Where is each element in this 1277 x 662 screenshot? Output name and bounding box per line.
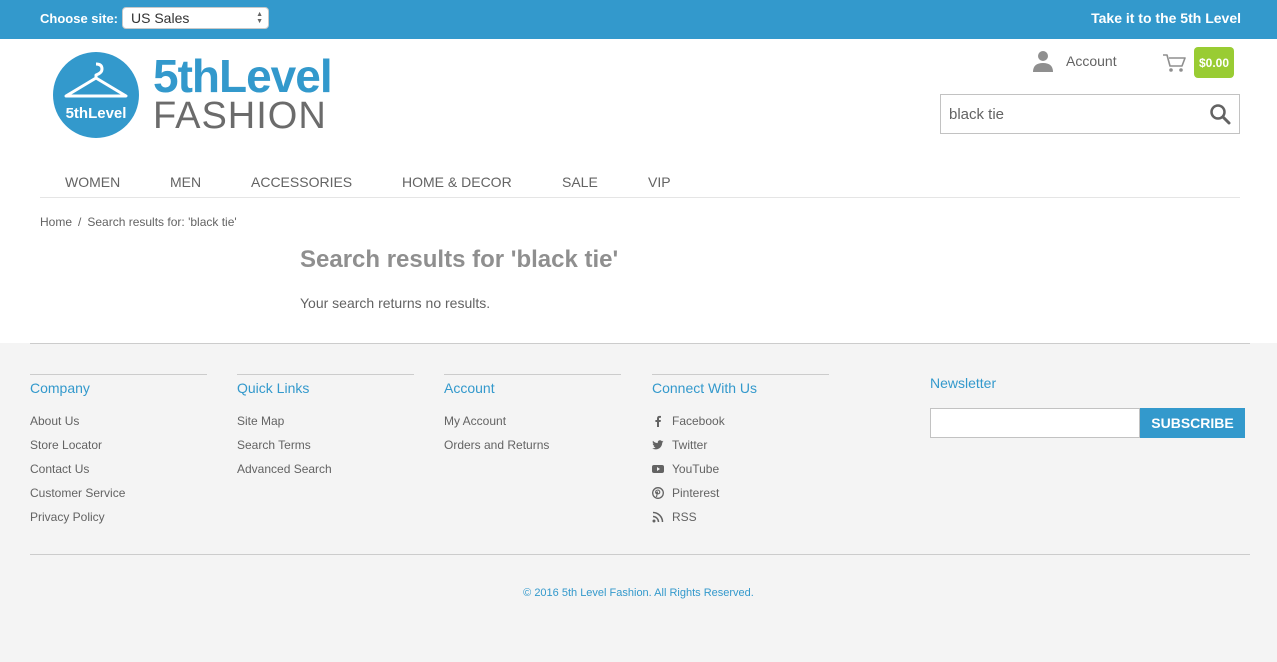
main-navigation: WOMEN MEN ACCESSORIES HOME & DECOR SALE … bbox=[40, 164, 1240, 198]
subscribe-button[interactable]: SUBSCRIBE bbox=[1140, 408, 1245, 438]
logo-wordmark-bottom: FASHION bbox=[153, 95, 327, 137]
footer-column-title: Account bbox=[444, 380, 495, 396]
cart-total-badge: $0.00 bbox=[1194, 47, 1234, 78]
tagline: Take it to the 5th Level bbox=[1091, 10, 1241, 26]
newsletter-email-input[interactable] bbox=[930, 408, 1140, 438]
account-label: Account bbox=[1066, 53, 1117, 69]
nav-item-men[interactable]: MEN bbox=[170, 174, 201, 190]
newsletter-section: Newsletter SUBSCRIBE bbox=[930, 375, 1245, 438]
no-results-message: Your search returns no results. bbox=[300, 295, 491, 311]
footer-link-label: Pinterest bbox=[672, 486, 720, 500]
breadcrumb-home[interactable]: Home bbox=[40, 215, 72, 229]
footer-column-divider bbox=[652, 374, 829, 375]
cart-link[interactable]: $0.00 bbox=[1162, 47, 1234, 78]
breadcrumb-separator: / bbox=[78, 215, 82, 229]
footer-link-customer-service[interactable]: Customer Service bbox=[30, 481, 207, 505]
footer-link-site-map[interactable]: Site Map bbox=[237, 409, 414, 433]
footer-link-pinterest[interactable]: Pinterest bbox=[652, 481, 829, 505]
account-link[interactable]: Account bbox=[1031, 50, 1117, 72]
footer-link-rss[interactable]: RSS bbox=[652, 505, 829, 529]
nav-item-accessories[interactable]: ACCESSORIES bbox=[251, 174, 352, 190]
footer-link-contact-us[interactable]: Contact Us bbox=[30, 457, 207, 481]
site-select[interactable]: US Sales ▲ ▼ bbox=[122, 7, 269, 29]
footer-link-store-locator[interactable]: Store Locator bbox=[30, 433, 207, 457]
twitter-icon bbox=[652, 440, 664, 450]
footer-divider bbox=[30, 343, 1250, 344]
user-icon bbox=[1033, 51, 1053, 72]
search-icon[interactable] bbox=[1209, 103, 1231, 125]
nav-item-sale[interactable]: SALE bbox=[562, 174, 598, 190]
newsletter-title: Newsletter bbox=[930, 375, 997, 391]
footer-link-twitter[interactable]: Twitter bbox=[652, 433, 829, 457]
cart-icon bbox=[1163, 53, 1186, 72]
footer-link-orders-returns[interactable]: Orders and Returns bbox=[444, 433, 621, 457]
nav-item-women[interactable]: WOMEN bbox=[65, 174, 120, 190]
footer-link-label: RSS bbox=[672, 510, 697, 524]
youtube-icon bbox=[652, 465, 664, 473]
footer-link-my-account[interactable]: My Account bbox=[444, 409, 621, 433]
logo-badge-icon: 5thLevel bbox=[53, 52, 139, 138]
footer-link-label: Facebook bbox=[672, 414, 725, 428]
footer-column-title: Quick Links bbox=[237, 380, 310, 396]
pinterest-icon bbox=[652, 487, 664, 499]
footer: Company About Us Store Locator Contact U… bbox=[0, 343, 1277, 662]
footer-column-company: Company About Us Store Locator Contact U… bbox=[30, 374, 207, 529]
page-title: Search results for 'black tie' bbox=[300, 246, 619, 273]
footer-divider bbox=[30, 554, 1250, 555]
newsletter-form: SUBSCRIBE bbox=[930, 408, 1245, 438]
rss-icon bbox=[652, 511, 664, 523]
footer-column-divider bbox=[444, 374, 621, 375]
footer-column-divider bbox=[237, 374, 414, 375]
footer-link-about-us[interactable]: About Us bbox=[30, 409, 207, 433]
footer-link-privacy-policy[interactable]: Privacy Policy bbox=[30, 505, 207, 529]
nav-item-home-decor[interactable]: HOME & DECOR bbox=[402, 174, 512, 190]
footer-link-label: YouTube bbox=[672, 462, 720, 476]
search-input[interactable] bbox=[941, 95, 1191, 133]
footer-column-connect: Connect With Us Facebook Twitter YouTube… bbox=[652, 374, 829, 529]
site-select-value: US Sales bbox=[131, 10, 190, 26]
top-bar: Choose site: US Sales ▲ ▼ Take it to the … bbox=[0, 0, 1277, 39]
copyright-text: © 2016 5th Level Fashion. All Rights Res… bbox=[523, 587, 754, 599]
footer-column-divider bbox=[30, 374, 207, 375]
footer-column-account: Account My Account Orders and Returns bbox=[444, 374, 621, 457]
breadcrumb-current: Search results for: 'black tie' bbox=[87, 215, 237, 229]
footer-column-title: Company bbox=[30, 380, 90, 396]
site-logo[interactable]: 5thLevel 5thLevel FASHION bbox=[52, 50, 333, 142]
footer-link-label: Twitter bbox=[672, 438, 708, 452]
breadcrumb: Home / Search results for: 'black tie' bbox=[40, 215, 237, 229]
footer-link-facebook[interactable]: Facebook bbox=[652, 409, 829, 433]
footer-column-quick-links: Quick Links Site Map Search Terms Advanc… bbox=[237, 374, 414, 481]
search-box bbox=[940, 94, 1240, 134]
nav-item-vip[interactable]: VIP bbox=[648, 174, 671, 190]
footer-column-title: Connect With Us bbox=[652, 380, 758, 396]
footer-link-youtube[interactable]: YouTube bbox=[652, 457, 829, 481]
facebook-icon bbox=[655, 415, 661, 427]
logo-badge-text: 5thLevel bbox=[66, 105, 127, 122]
footer-link-search-terms[interactable]: Search Terms bbox=[237, 433, 414, 457]
footer-link-advanced-search[interactable]: Advanced Search bbox=[237, 457, 414, 481]
select-arrows-icon: ▲ ▼ bbox=[256, 11, 263, 25]
choose-site-label: Choose site: bbox=[40, 11, 119, 26]
